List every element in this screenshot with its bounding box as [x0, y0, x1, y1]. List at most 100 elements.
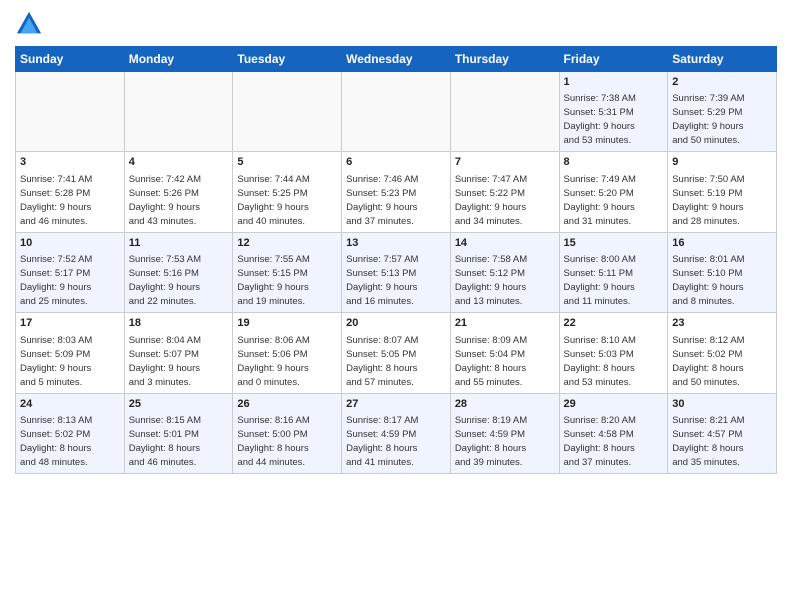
day-number: 7 [455, 155, 555, 170]
day-info: Sunrise: 8:19 AM Sunset: 4:59 PM Dayligh… [455, 415, 527, 468]
day-info: Sunrise: 7:49 AM Sunset: 5:20 PM Dayligh… [564, 174, 636, 227]
day-number: 17 [20, 316, 120, 331]
calendar-cell: 25 Sunrise: 8:15 AM Sunset: 5:01 PM Dayli… [124, 393, 233, 473]
calendar-cell: 18 Sunrise: 8:04 AM Sunset: 5:07 PM Dayli… [124, 313, 233, 393]
calendar-cell: 4 Sunrise: 7:42 AM Sunset: 5:26 PM Daylig… [124, 152, 233, 232]
day-number: 8 [564, 155, 664, 170]
day-number: 23 [672, 316, 772, 331]
calendar-cell: 9 Sunrise: 7:50 AM Sunset: 5:19 PM Daylig… [668, 152, 777, 232]
day-info: Sunrise: 7:53 AM Sunset: 5:16 PM Dayligh… [129, 254, 201, 307]
calendar-cell: 26 Sunrise: 8:16 AM Sunset: 5:00 PM Dayli… [233, 393, 342, 473]
day-number: 12 [237, 236, 337, 251]
day-number: 3 [20, 155, 120, 170]
calendar-cell [342, 72, 451, 152]
day-number: 29 [564, 397, 664, 412]
calendar-cell: 19 Sunrise: 8:06 AM Sunset: 5:06 PM Dayli… [233, 313, 342, 393]
day-number: 30 [672, 397, 772, 412]
calendar-cell [124, 72, 233, 152]
day-number: 1 [564, 75, 664, 90]
day-number: 18 [129, 316, 229, 331]
day-info: Sunrise: 8:20 AM Sunset: 4:58 PM Dayligh… [564, 415, 636, 468]
day-number: 25 [129, 397, 229, 412]
day-number: 4 [129, 155, 229, 170]
day-info: Sunrise: 7:39 AM Sunset: 5:29 PM Dayligh… [672, 93, 744, 146]
calendar-cell: 2Sunrise: 7:39 AM Sunset: 5:29 PM Daylig… [668, 72, 777, 152]
day-info: Sunrise: 8:04 AM Sunset: 5:07 PM Dayligh… [129, 335, 201, 388]
day-number: 15 [564, 236, 664, 251]
day-number: 9 [672, 155, 772, 170]
day-info: Sunrise: 7:55 AM Sunset: 5:15 PM Dayligh… [237, 254, 309, 307]
day-number: 14 [455, 236, 555, 251]
day-info: Sunrise: 7:46 AM Sunset: 5:23 PM Dayligh… [346, 174, 418, 227]
calendar-cell: 15 Sunrise: 8:00 AM Sunset: 5:11 PM Dayli… [559, 232, 668, 312]
weekday-header-saturday: Saturday [668, 47, 777, 72]
calendar-cell: 11 Sunrise: 7:53 AM Sunset: 5:16 PM Dayli… [124, 232, 233, 312]
calendar-cell: 8 Sunrise: 7:49 AM Sunset: 5:20 PM Daylig… [559, 152, 668, 232]
calendar-cell: 6 Sunrise: 7:46 AM Sunset: 5:23 PM Daylig… [342, 152, 451, 232]
day-number: 16 [672, 236, 772, 251]
day-info: Sunrise: 8:03 AM Sunset: 5:09 PM Dayligh… [20, 335, 92, 388]
day-info: Sunrise: 8:15 AM Sunset: 5:01 PM Dayligh… [129, 415, 201, 468]
calendar-cell: 17 Sunrise: 8:03 AM Sunset: 5:09 PM Dayli… [16, 313, 125, 393]
day-info: Sunrise: 8:17 AM Sunset: 4:59 PM Dayligh… [346, 415, 418, 468]
calendar-cell: 10Sunrise: 7:52 AM Sunset: 5:17 PM Dayli… [16, 232, 125, 312]
calendar-cell: 30 Sunrise: 8:21 AM Sunset: 4:57 PM Dayli… [668, 393, 777, 473]
day-info: Sunrise: 8:01 AM Sunset: 5:10 PM Dayligh… [672, 254, 744, 307]
calendar-cell: 28Sunrise: 8:19 AM Sunset: 4:59 PM Dayli… [450, 393, 559, 473]
calendar-cell: 12 Sunrise: 7:55 AM Sunset: 5:15 PM Dayli… [233, 232, 342, 312]
day-info: Sunrise: 7:57 AM Sunset: 5:13 PM Dayligh… [346, 254, 418, 307]
day-info: Sunrise: 7:42 AM Sunset: 5:26 PM Dayligh… [129, 174, 201, 227]
day-info: Sunrise: 8:06 AM Sunset: 5:06 PM Dayligh… [237, 335, 309, 388]
calendar-cell: 1 Sunrise: 7:38 AM Sunset: 5:31 PM Daylig… [559, 72, 668, 152]
day-info: Sunrise: 8:09 AM Sunset: 5:04 PM Dayligh… [455, 335, 527, 388]
weekday-header-thursday: Thursday [450, 47, 559, 72]
day-number: 21 [455, 316, 555, 331]
day-number: 11 [129, 236, 229, 251]
day-number: 5 [237, 155, 337, 170]
day-info: Sunrise: 8:10 AM Sunset: 5:03 PM Dayligh… [564, 335, 636, 388]
day-info: Sunrise: 8:00 AM Sunset: 5:11 PM Dayligh… [564, 254, 636, 307]
calendar-cell: 16 Sunrise: 8:01 AM Sunset: 5:10 PM Dayli… [668, 232, 777, 312]
day-info: Sunrise: 8:16 AM Sunset: 5:00 PM Dayligh… [237, 415, 309, 468]
calendar-cell: 3Sunrise: 7:41 AM Sunset: 5:28 PM Daylig… [16, 152, 125, 232]
day-info: Sunrise: 8:13 AM Sunset: 5:02 PM Dayligh… [20, 415, 92, 468]
day-number: 13 [346, 236, 446, 251]
page-header [15, 10, 777, 38]
day-info: Sunrise: 7:38 AM Sunset: 5:31 PM Dayligh… [564, 93, 636, 146]
logo-icon [15, 10, 43, 38]
calendar-cell: 24 Sunrise: 8:13 AM Sunset: 5:02 PM Dayli… [16, 393, 125, 473]
weekday-header-friday: Friday [559, 47, 668, 72]
day-number: 26 [237, 397, 337, 412]
calendar-cell: 14 Sunrise: 7:58 AM Sunset: 5:12 PM Dayli… [450, 232, 559, 312]
day-info: Sunrise: 7:58 AM Sunset: 5:12 PM Dayligh… [455, 254, 527, 307]
calendar-cell: 23 Sunrise: 8:12 AM Sunset: 5:02 PM Dayli… [668, 313, 777, 393]
logo [15, 10, 47, 38]
day-info: Sunrise: 7:52 AM Sunset: 5:17 PM Dayligh… [20, 254, 92, 307]
calendar-cell: 29 Sunrise: 8:20 AM Sunset: 4:58 PM Dayli… [559, 393, 668, 473]
day-info: Sunrise: 7:50 AM Sunset: 5:19 PM Dayligh… [672, 174, 744, 227]
weekday-header-monday: Monday [124, 47, 233, 72]
calendar-cell: 7Sunrise: 7:47 AM Sunset: 5:22 PM Daylig… [450, 152, 559, 232]
day-number: 24 [20, 397, 120, 412]
calendar-cell [450, 72, 559, 152]
calendar-cell [16, 72, 125, 152]
day-number: 6 [346, 155, 446, 170]
day-info: Sunrise: 7:44 AM Sunset: 5:25 PM Dayligh… [237, 174, 309, 227]
day-number: 20 [346, 316, 446, 331]
calendar-cell: 13 Sunrise: 7:57 AM Sunset: 5:13 PM Dayli… [342, 232, 451, 312]
day-info: Sunrise: 8:21 AM Sunset: 4:57 PM Dayligh… [672, 415, 744, 468]
calendar-cell: 20 Sunrise: 8:07 AM Sunset: 5:05 PM Dayli… [342, 313, 451, 393]
calendar-cell [233, 72, 342, 152]
day-info: Sunrise: 8:07 AM Sunset: 5:05 PM Dayligh… [346, 335, 418, 388]
calendar-cell: 21 Sunrise: 8:09 AM Sunset: 5:04 PM Dayli… [450, 313, 559, 393]
weekday-header-wednesday: Wednesday [342, 47, 451, 72]
calendar-table: SundayMondayTuesdayWednesdayThursdayFrid… [15, 46, 777, 474]
day-number: 27 [346, 397, 446, 412]
day-number: 19 [237, 316, 337, 331]
day-number: 22 [564, 316, 664, 331]
calendar-cell: 27 Sunrise: 8:17 AM Sunset: 4:59 PM Dayli… [342, 393, 451, 473]
calendar-cell: 5 Sunrise: 7:44 AM Sunset: 5:25 PM Daylig… [233, 152, 342, 232]
weekday-header-sunday: Sunday [16, 47, 125, 72]
weekday-header-tuesday: Tuesday [233, 47, 342, 72]
day-info: Sunrise: 8:12 AM Sunset: 5:02 PM Dayligh… [672, 335, 744, 388]
